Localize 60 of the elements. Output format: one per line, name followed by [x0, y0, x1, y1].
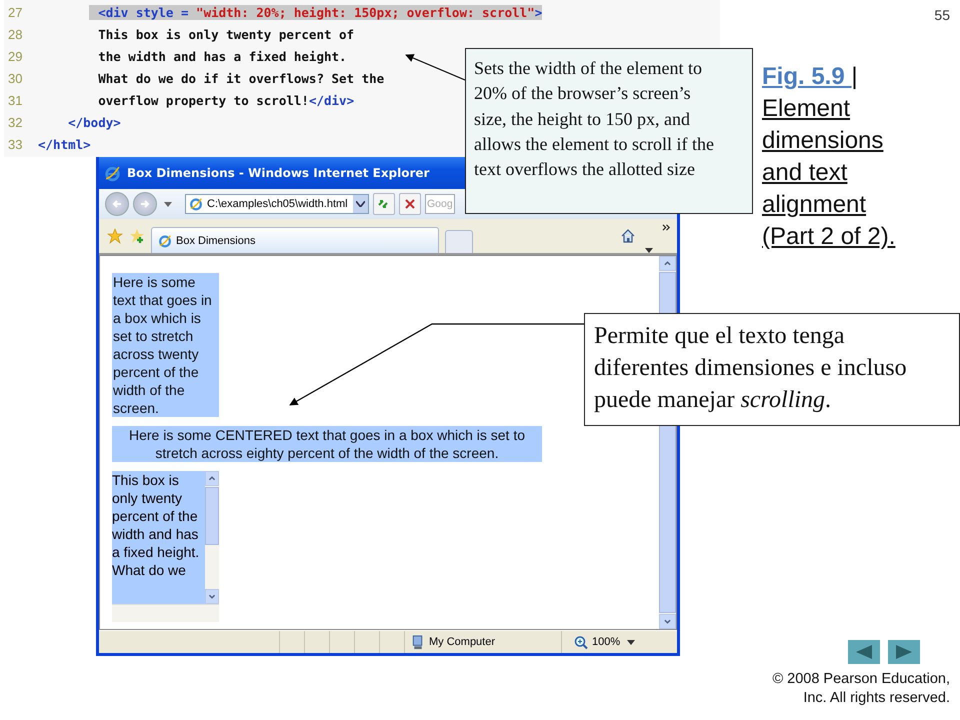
window-title: Box Dimensions - Windows Internet Explorer [127, 166, 430, 180]
browser-tab[interactable]: Box Dimensions [151, 227, 439, 253]
forward-button[interactable] [133, 192, 157, 216]
browser-logo-icon [158, 234, 172, 248]
left-triangle-icon [854, 644, 874, 660]
caret-icon[interactable] [645, 248, 653, 253]
previous-slide-button[interactable] [848, 640, 880, 664]
page-number: 55 [934, 7, 950, 23]
next-slide-button[interactable] [888, 640, 920, 664]
code-line: overflow property to scroll!</div> [97, 92, 354, 108]
figure-caption: Fig. 5.9 | Element dimensions and text alignment (Part 2 of 2). [762, 62, 896, 252]
scrollbar[interactable] [112, 604, 219, 622]
right-triangle-icon [894, 644, 914, 660]
line-number: 33 [7, 136, 24, 152]
star-icon[interactable] [107, 228, 123, 244]
chevron-down-icon[interactable] [205, 589, 219, 604]
security-zone: My Computer [429, 636, 496, 648]
close-icon [404, 198, 416, 210]
code-line: This box is only twenty percent of [97, 26, 354, 42]
line-number: 27 [7, 4, 24, 20]
scroll-box: This box is only twenty percent of the width and has a fixed height. What do we [112, 471, 219, 622]
chevron-down-icon [356, 201, 365, 207]
left-arrow-icon [111, 198, 123, 210]
chevron-icon[interactable] [662, 224, 671, 231]
code-line: What do we do if it overflows? Set the [97, 70, 384, 86]
right-arrow-icon [139, 198, 151, 210]
browser-logo-icon [104, 164, 121, 182]
search-field[interactable]: Goog [425, 194, 455, 214]
figure-link[interactable]: Fig. 5.9 [762, 63, 852, 90]
browser-logo-icon [189, 197, 203, 211]
line-number: 31 [7, 92, 24, 108]
code-line: the width and has a fixed height. [97, 48, 347, 64]
line-number: 32 [7, 114, 24, 130]
leader-line [405, 54, 466, 81]
home-icon[interactable] [620, 228, 636, 244]
line-number: 30 [7, 70, 24, 86]
centered-text-box: Here is some CENTERED text that goes in a box which is set to stretch across eighty percent of the width of the screen. [112, 426, 542, 462]
address-field[interactable]: C:\examples\ch05\width.html [185, 194, 369, 214]
line-number: 29 [7, 48, 24, 64]
line-number: 28 [7, 26, 24, 42]
chevron-up-icon[interactable] [659, 256, 676, 271]
annotation-tooltip: Permite que el texto tenga diferentes dimensiones e incluso puede manejar scrolling. [584, 313, 960, 426]
text-box: Here is some text that goes in a box which is set to stretch across twenty percent of the width of the screen. [112, 273, 219, 417]
zoom-level[interactable]: 100% [592, 636, 620, 648]
code-line: </html> [38, 136, 91, 152]
copyright-notice: © 2008 Pearson Education, Inc. All rights reserved. [771, 670, 950, 708]
annotation-tooltip: Sets the width of the element to 20% of the browser’s screen’s size, the height to 150 px, and allows the element to scroll if the text overflows the allotted size [465, 48, 753, 214]
code-line: </body> [67, 114, 121, 130]
add-favorite-icon[interactable] [129, 228, 145, 244]
chevron-up-icon[interactable] [205, 471, 219, 486]
back-button[interactable] [105, 192, 129, 216]
zoom-icon[interactable] [574, 634, 588, 650]
caret-icon[interactable] [627, 640, 636, 644]
stop-button[interactable] [399, 193, 421, 215]
computer-icon [411, 634, 425, 650]
dropdown-button[interactable] [353, 195, 368, 213]
refresh-button[interactable] [373, 193, 395, 215]
chevron-down-icon[interactable] [659, 614, 676, 629]
scrollbar[interactable] [205, 471, 219, 604]
caret-icon[interactable] [164, 202, 172, 206]
